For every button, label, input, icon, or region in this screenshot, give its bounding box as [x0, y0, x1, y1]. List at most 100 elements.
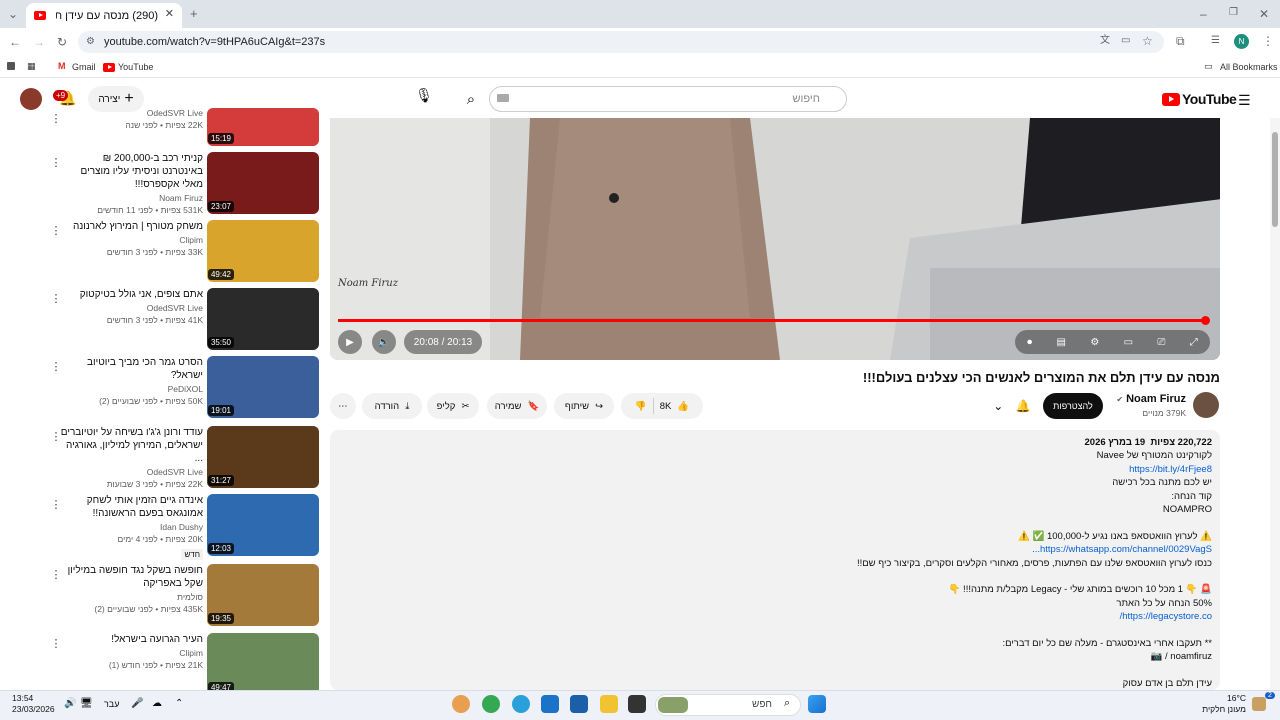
like-count[interactable]: 8K — [660, 401, 672, 412]
video-player[interactable]: Noam Firuz — [330, 118, 1220, 360]
sidebar-video-item[interactable]: 35:50 ⋮ אתם צופים, אני גולל בטיקטוק OdedSVR… — [50, 288, 320, 352]
channel-avatar[interactable] — [1193, 392, 1219, 418]
terminal-icon[interactable] — [628, 695, 646, 713]
description-link[interactable]: https://legacystore.co/ — [612, 610, 1212, 623]
progress-scrubber[interactable] — [1200, 316, 1210, 325]
video-item-channel[interactable]: OdedSVR Live — [60, 303, 203, 313]
clip-button[interactable]: קליפ ✂ — [427, 393, 479, 419]
account-avatar[interactable] — [20, 88, 42, 110]
video-item-title[interactable]: אתם צופים, אני גולל בטיקטוק — [60, 288, 203, 301]
language-indicator[interactable]: עבר — [104, 699, 119, 709]
description-link[interactable]: https://whatsapp.com/channel/0029VagS... — [612, 543, 1212, 556]
download-button[interactable]: הורדה ⤓ — [362, 393, 422, 419]
taskbar-notification-badge[interactable]: 2 — [1265, 692, 1275, 699]
restore-icon[interactable]: ❐ — [1229, 8, 1238, 18]
scrollbar-thumb[interactable] — [1272, 132, 1278, 227]
onedrive-icon[interactable]: ☁ — [152, 698, 162, 709]
mic-tray-icon[interactable]: 🎤 — [131, 698, 143, 709]
tray-chevron-icon[interactable]: ⌃ — [175, 698, 183, 709]
video-item-channel[interactable]: OdedSVR Live — [60, 108, 203, 118]
bookmark-gmail[interactable]: Gmail — [72, 62, 96, 72]
bookmark-youtube[interactable]: YouTube — [118, 62, 153, 72]
settings-gear-icon[interactable]: ⚙ — [1090, 337, 1099, 348]
video-item-channel[interactable]: OdedSVR Live — [60, 467, 203, 477]
extensions-icon[interactable]: ⧉ — [1176, 35, 1185, 47]
reload-icon[interactable]: ↻ — [57, 36, 67, 48]
video-item-title[interactable]: עודד ורונן ג'ג'ו בשיחה על יוטיוברים ישרא… — [60, 426, 203, 465]
sidebar-video-item[interactable]: 19:01 ⋮ הסרט גמר הכי מביך ביוטיוב ישראל? Pe… — [50, 356, 320, 420]
more-actions-button[interactable]: ⋯ — [330, 393, 356, 419]
like-button[interactable]: 👍 — [677, 401, 689, 412]
start-windows-icon[interactable] — [808, 695, 826, 713]
all-bookmarks[interactable]: All Bookmarks — [1220, 62, 1278, 72]
cast-icon[interactable]: ▭ — [1121, 36, 1130, 46]
apps-icon[interactable] — [7, 62, 15, 70]
taskbar-clock[interactable]: 13:54 23/03/2026 — [12, 693, 55, 715]
network-icon[interactable]: 🖥 — [80, 698, 93, 709]
youtube-logo[interactable]: YouTube — [1162, 91, 1237, 107]
description-link[interactable]: https://bit.ly/4rFjee8 — [612, 463, 1212, 476]
progress-bar[interactable] — [338, 316, 1210, 325]
grid-icon[interactable]: ▦ — [27, 61, 36, 72]
theater-mode-icon[interactable]: ▭ — [1124, 337, 1133, 348]
sidebar-video-item[interactable]: 49:47 ⋮ העיר הגרועה בישראל! Clipim 21K צפיות… — [50, 633, 320, 697]
volume-button[interactable]: 🔈 — [372, 330, 396, 354]
back-icon[interactable]: ← — [9, 36, 21, 48]
outlook-icon[interactable] — [541, 695, 559, 713]
video-item-title[interactable]: הסרט גמר הכי מביך ביוטיוב ישראל? — [60, 356, 203, 382]
keyboard-icon[interactable] — [497, 94, 509, 102]
dislike-button[interactable]: 👎 — [635, 401, 647, 412]
video-item-channel[interactable]: PeDiXOL — [60, 384, 203, 394]
file-explorer-icon[interactable] — [600, 695, 618, 713]
forward-icon[interactable]: → — [33, 36, 45, 48]
video-item-channel[interactable]: סולמית — [60, 592, 203, 602]
video-item-title[interactable]: אינדה גיים הזמין אותי לשחק אמונגאס בפעם … — [60, 494, 203, 520]
video-item-title[interactable]: משחק מטורף | המירוץ לארנונה — [60, 220, 203, 233]
sidebar-video-item[interactable]: 49:42 ⋮ משחק מטורף | המירוץ לארנונה Clipim 3… — [50, 220, 320, 284]
bookmark-star-icon[interactable]: ☆ — [1142, 35, 1153, 47]
profile-avatar[interactable]: N — [1234, 34, 1249, 49]
page-scrollbar[interactable] — [1270, 118, 1280, 690]
video-item-channel[interactable]: Clipim — [60, 235, 203, 245]
notification-bell-button[interactable]: ⌄ 🔔 — [987, 393, 1037, 419]
description-box[interactable]: 220,722 צפיות 19 במרץ 2026 לקורקינט המטו… — [330, 430, 1220, 690]
close-tab-icon[interactable]: ✕ — [165, 7, 174, 20]
microphone-icon[interactable]: 🎙 — [413, 87, 435, 109]
video-item-title[interactable]: חופשה בשקל נגד חופשה במיליון שקל באפריקה — [60, 564, 203, 590]
window-close-icon[interactable]: ✕ — [1259, 8, 1269, 20]
weather-widget[interactable]: 16°C מעונן חלקית — [1196, 693, 1246, 715]
browser-menu-icon[interactable]: ⋮ — [1262, 35, 1274, 47]
browser-tab[interactable]: (290) מנסה עם עידן תלם את הכ ✕ — [26, 3, 182, 28]
store-icon[interactable] — [570, 695, 588, 713]
sidebar-video-item[interactable]: 12:03 ⋮ אינדה גיים הזמין אותי לשחק אמונגאס… — [50, 494, 320, 560]
url-text[interactable]: youtube.com/watch?v=9tHPA6uCAIg&t=237s — [104, 36, 325, 48]
edge-icon[interactable] — [512, 695, 530, 713]
subscribe-button[interactable]: להצטרפות — [1043, 393, 1103, 419]
video-item-title[interactable]: העיר הגרועה בישראל! — [60, 633, 203, 646]
channel-name[interactable]: ✔ Noam Firuz — [1110, 393, 1186, 405]
minimize-icon[interactable]: – — [1200, 8, 1207, 20]
sidebar-video-item[interactable]: 15:19 ⋮ OdedSVR Live 22K צפיות • לפני שנה — [50, 108, 320, 148]
video-item-channel[interactable]: Clipim — [60, 648, 203, 658]
video-item-title[interactable]: קניתי רכב ב-200,000 ₪ באינטרנט וניסיתי ע… — [60, 152, 203, 191]
sidebar-video-item[interactable]: 19:35 ⋮ חופשה בשקל נגד חופשה במיליון שקל ב… — [50, 564, 320, 628]
copilot-icon[interactable] — [452, 695, 470, 713]
cast-to-tv-icon[interactable]: ⎚ — [1157, 337, 1165, 348]
share-button[interactable]: שיתוף ↪ — [554, 393, 614, 419]
tab-search-icon[interactable]: ⌄ — [8, 8, 18, 20]
save-button[interactable]: שמירה 🔖 — [487, 393, 547, 419]
new-tab-icon[interactable]: + — [190, 7, 198, 20]
sidebar-video-item[interactable]: 23:07 ⋮ קניתי רכב ב-200,000 ₪ באינטרנט וני… — [50, 152, 320, 216]
translate-icon[interactable]: 文 — [1100, 36, 1110, 46]
site-info-icon[interactable]: ⚙ — [86, 37, 95, 47]
speaker-icon[interactable]: 🔊 — [64, 698, 76, 709]
video-item-channel[interactable]: Idan Dushy — [60, 522, 203, 532]
search-button[interactable]: ⌕ — [452, 86, 490, 112]
guide-menu-icon[interactable]: ☰ — [1238, 92, 1251, 109]
fullscreen-icon[interactable]: ⤢ — [1190, 337, 1198, 348]
sidebar-video-item[interactable]: 31:27 ⋮ עודד ורונן ג'ג'ו בשיחה על יוטיוברי… — [50, 426, 320, 490]
search-input[interactable]: חיפוש — [489, 86, 847, 112]
video-item-channel[interactable]: Noam Firuz — [60, 193, 203, 203]
chrome-taskbar-icon[interactable] — [482, 695, 500, 713]
reading-list-icon[interactable]: ☰ — [1211, 36, 1220, 46]
